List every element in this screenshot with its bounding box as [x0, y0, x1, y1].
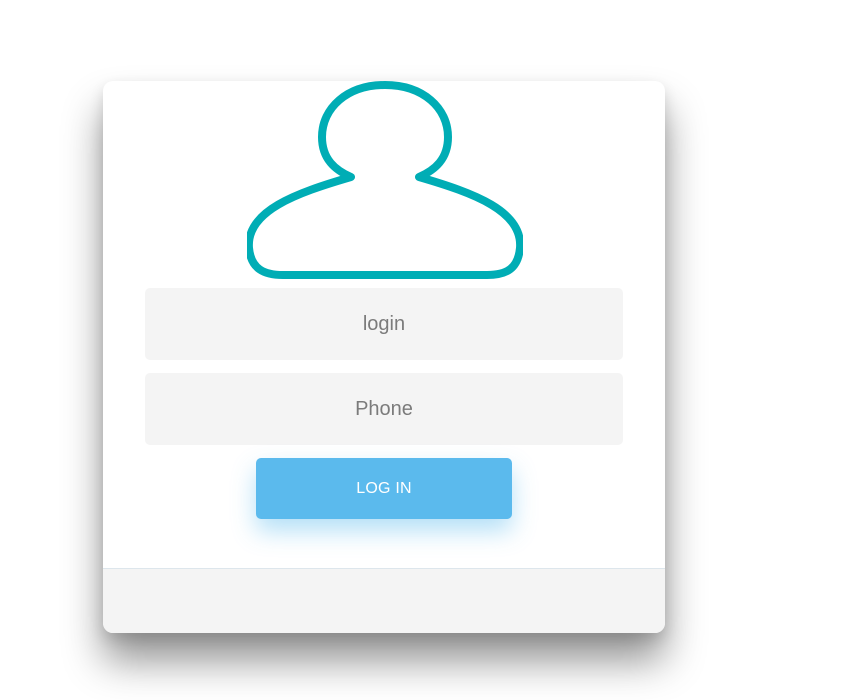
phone-input[interactable]	[145, 373, 623, 445]
login-input[interactable]	[145, 288, 623, 360]
card-footer	[103, 568, 665, 633]
login-card: LOG IN	[103, 81, 665, 633]
login-button[interactable]: LOG IN	[256, 458, 512, 519]
user-avatar-icon	[247, 81, 523, 283]
